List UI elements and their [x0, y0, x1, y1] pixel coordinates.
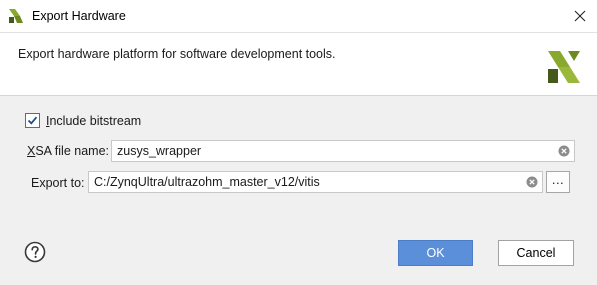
export-to-input[interactable]: C:/ZynqUltra/ultrazohm_master_v12/vitis	[88, 171, 543, 193]
clear-export-icon[interactable]	[526, 176, 538, 188]
xsa-file-name-input[interactable]: zusys_wrapper	[111, 140, 575, 162]
include-bitstream-option[interactable]: Include bitstream	[25, 113, 141, 128]
clear-xsa-icon[interactable]	[558, 145, 570, 157]
include-bitstream-checkbox[interactable]	[25, 113, 40, 128]
help-icon[interactable]	[24, 241, 46, 263]
close-button[interactable]	[563, 0, 597, 32]
close-icon	[574, 10, 586, 22]
browse-button[interactable]: ...	[546, 171, 570, 193]
app-logo-icon	[9, 9, 23, 23]
window-title: Export Hardware	[32, 9, 126, 23]
cancel-button[interactable]: Cancel	[498, 240, 574, 266]
export-to-label: Export to:	[31, 176, 85, 190]
export-hardware-dialog: Export Hardware Export hardware platform…	[0, 0, 597, 285]
ok-button[interactable]: OK	[398, 240, 473, 266]
xsa-label-text: SA file name:	[35, 144, 109, 158]
title-bar: Export Hardware	[0, 0, 597, 32]
vivado-logo-icon	[548, 51, 580, 83]
checkmark-icon	[27, 116, 38, 125]
xsa-file-name-value: zusys_wrapper	[117, 144, 202, 158]
dialog-header: Export hardware platform for software de…	[0, 32, 597, 96]
export-to-value: C:/ZynqUltra/ultrazohm_master_v12/vitis	[94, 175, 320, 189]
header-description: Export hardware platform for software de…	[18, 47, 336, 61]
include-bitstream-label-text: nclude bitstream	[49, 113, 142, 128]
include-bitstream-label: Include bitstream	[46, 114, 141, 128]
xsa-file-name-label: XSA file name:	[27, 144, 109, 158]
